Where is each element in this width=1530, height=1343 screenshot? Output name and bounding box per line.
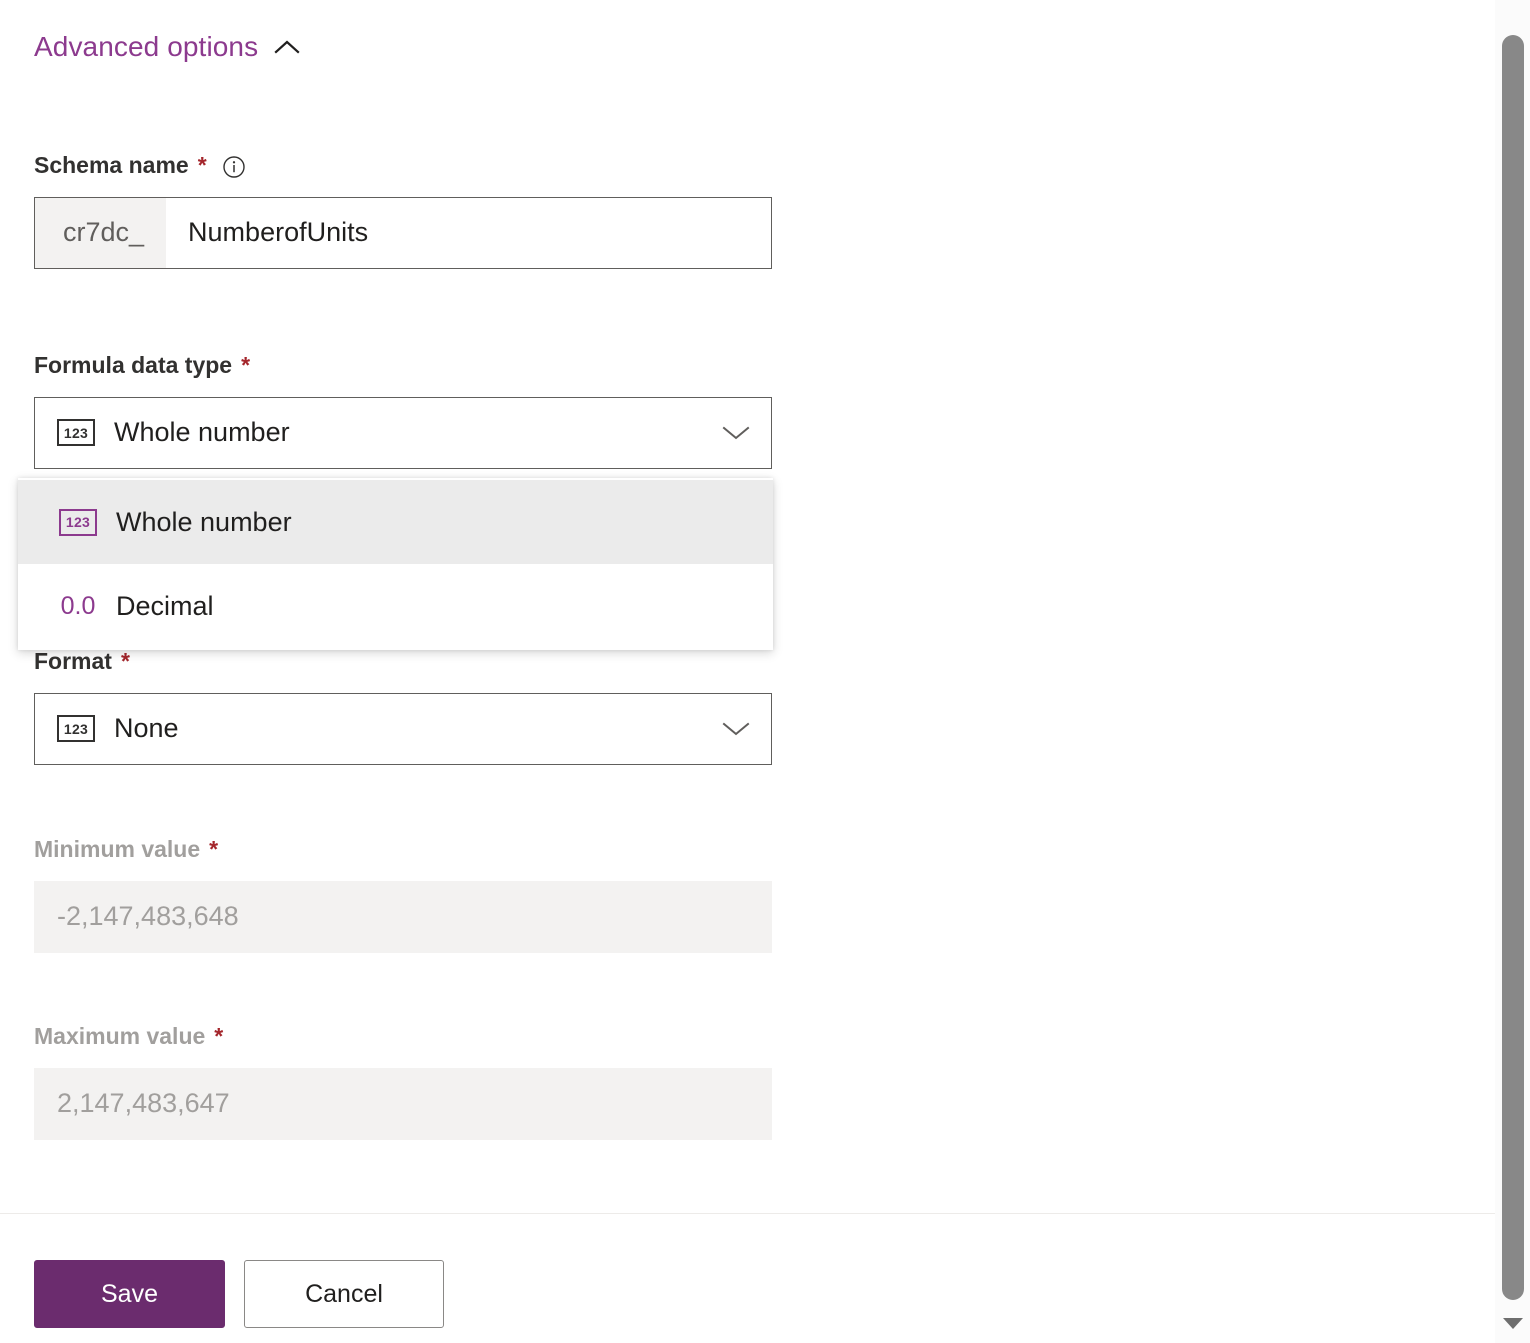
menu-item-label: Decimal: [116, 591, 214, 622]
formula-data-type-label: Formula data type *: [34, 352, 772, 380]
formula-data-type-label-text: Formula data type: [34, 352, 232, 380]
chevron-down-icon[interactable]: [721, 424, 751, 442]
scrollbar-thumb[interactable]: [1502, 35, 1524, 1300]
menu-item-whole-number[interactable]: 123 Whole number: [18, 480, 773, 564]
formula-data-type-menu: 123 Whole number 0.0 Decimal: [18, 478, 773, 650]
decimal-00-icon: 0.0: [59, 593, 97, 620]
formula-data-type-field: Formula data type * 123 Whole number: [34, 352, 772, 469]
minimum-value-label-text: Minimum value: [34, 836, 200, 864]
schema-name-label: Schema name *: [34, 152, 772, 180]
number-123-icon: 123: [59, 509, 97, 536]
menu-item-decimal[interactable]: 0.0 Decimal: [18, 564, 773, 648]
maximum-value-label: Maximum value *: [34, 1023, 772, 1051]
formula-data-type-selected-value: Whole number: [114, 417, 290, 448]
required-asterisk: *: [198, 152, 207, 180]
number-123-icon: 123: [57, 419, 95, 446]
chevron-down-icon[interactable]: [721, 720, 751, 738]
required-asterisk: *: [209, 836, 218, 864]
maximum-value-label-text: Maximum value: [34, 1023, 205, 1051]
schema-name-input[interactable]: cr7dc_ NumberofUnits: [34, 197, 772, 269]
format-label-text: Format: [34, 648, 112, 676]
minimum-value-text: -2,147,483,648: [57, 901, 239, 932]
chevron-up-icon[interactable]: [274, 39, 300, 55]
cancel-button[interactable]: Cancel: [244, 1260, 444, 1328]
format-field: Format * 123 None: [34, 648, 772, 765]
required-asterisk: *: [121, 648, 130, 676]
vertical-scrollbar[interactable]: [1495, 0, 1530, 1343]
format-dropdown[interactable]: 123 None: [34, 693, 772, 765]
column-properties-panel: Advanced options Schema name *: [0, 0, 1495, 1343]
info-icon[interactable]: [222, 155, 246, 179]
schema-name-prefix: cr7dc_: [35, 198, 166, 268]
required-asterisk: *: [241, 352, 250, 380]
schema-name-value[interactable]: NumberofUnits: [166, 198, 771, 268]
maximum-value-input[interactable]: 2,147,483,647: [34, 1068, 772, 1140]
advanced-options-label: Advanced options: [34, 33, 258, 61]
schema-name-field: Schema name * cr7dc_ NumberofUnits: [34, 152, 772, 269]
minimum-value-field: Minimum value * -2,147,483,648: [34, 836, 772, 953]
number-123-icon: 123: [57, 715, 95, 742]
maximum-value-text: 2,147,483,647: [57, 1088, 230, 1119]
maximum-value-field: Maximum value * 2,147,483,647: [34, 1023, 772, 1140]
scroll-down-arrow-icon[interactable]: [1503, 1318, 1523, 1329]
schema-name-label-text: Schema name: [34, 152, 189, 180]
advanced-options-toggle[interactable]: Advanced options: [34, 33, 300, 61]
minimum-value-label: Minimum value *: [34, 836, 772, 864]
save-button[interactable]: Save: [34, 1260, 225, 1328]
required-asterisk: *: [214, 1023, 223, 1051]
panel-content: Advanced options Schema name *: [0, 0, 1495, 1213]
format-label: Format *: [34, 648, 772, 676]
format-selected-value: None: [114, 713, 179, 744]
panel-footer: Save Cancel: [0, 1213, 1495, 1343]
formula-data-type-dropdown[interactable]: 123 Whole number: [34, 397, 772, 469]
menu-item-label: Whole number: [116, 507, 292, 538]
minimum-value-input[interactable]: -2,147,483,648: [34, 881, 772, 953]
